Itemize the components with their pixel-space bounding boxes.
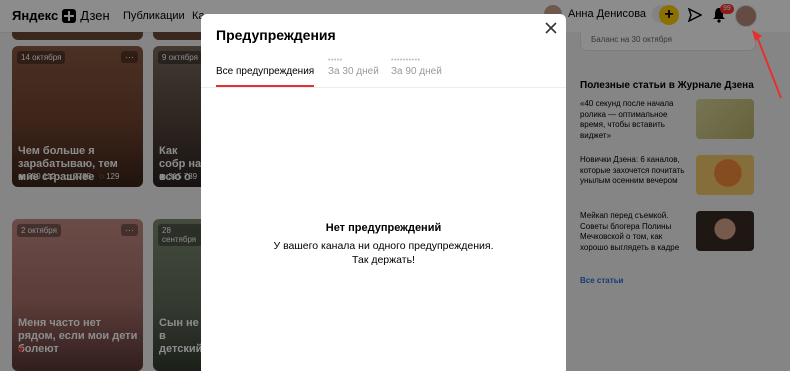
empty-state-text: У вашего канала ни одного предупреждения…	[201, 239, 566, 267]
warnings-modal: Предупреждения Все предупреждения ••••• …	[201, 14, 566, 371]
tab-90-days-count: ••••••••••	[391, 57, 421, 64]
tab-all-warnings[interactable]: Все предупреждения	[216, 66, 314, 77]
tab-90-days[interactable]: За 90 дней	[391, 66, 442, 77]
empty-state-line: У вашего канала ни одного предупреждения…	[273, 240, 494, 252]
tab-30-days[interactable]: За 30 дней	[328, 66, 379, 77]
tab-30-days-count: •••••	[328, 57, 343, 64]
annotation-arrow-icon	[752, 30, 782, 99]
modal-title: Предупреждения	[216, 27, 336, 43]
close-icon[interactable]	[544, 21, 558, 35]
empty-state-line: Так держать!	[352, 254, 415, 266]
tabs-divider	[201, 87, 566, 88]
empty-state-title: Нет предупреждений	[325, 222, 442, 234]
